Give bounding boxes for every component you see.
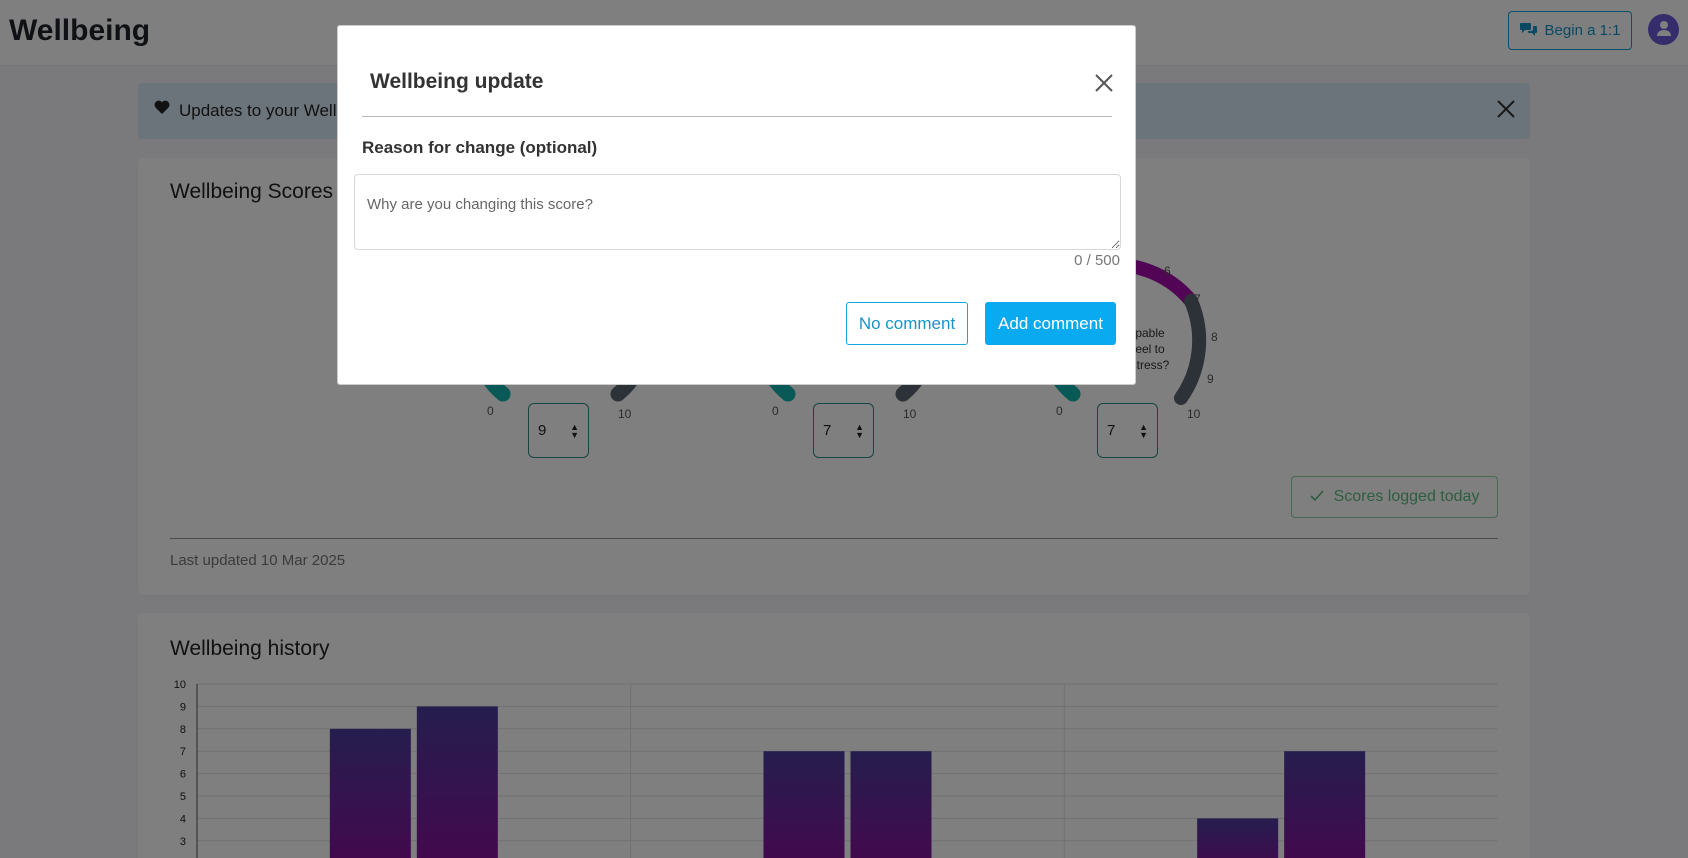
modal-divider: [362, 116, 1112, 117]
no-comment-button[interactable]: No comment: [846, 302, 968, 345]
reason-label: Reason for change (optional): [362, 138, 598, 157]
add-comment-button[interactable]: Add comment: [985, 302, 1116, 345]
reason-textarea[interactable]: [354, 174, 1121, 250]
modal-title: Wellbeing update: [370, 70, 544, 93]
character-count: 0 / 500: [1074, 252, 1120, 269]
wellbeing-update-modal: Wellbeing update Reason for change (opti…: [337, 25, 1136, 385]
close-icon[interactable]: [1091, 70, 1117, 96]
